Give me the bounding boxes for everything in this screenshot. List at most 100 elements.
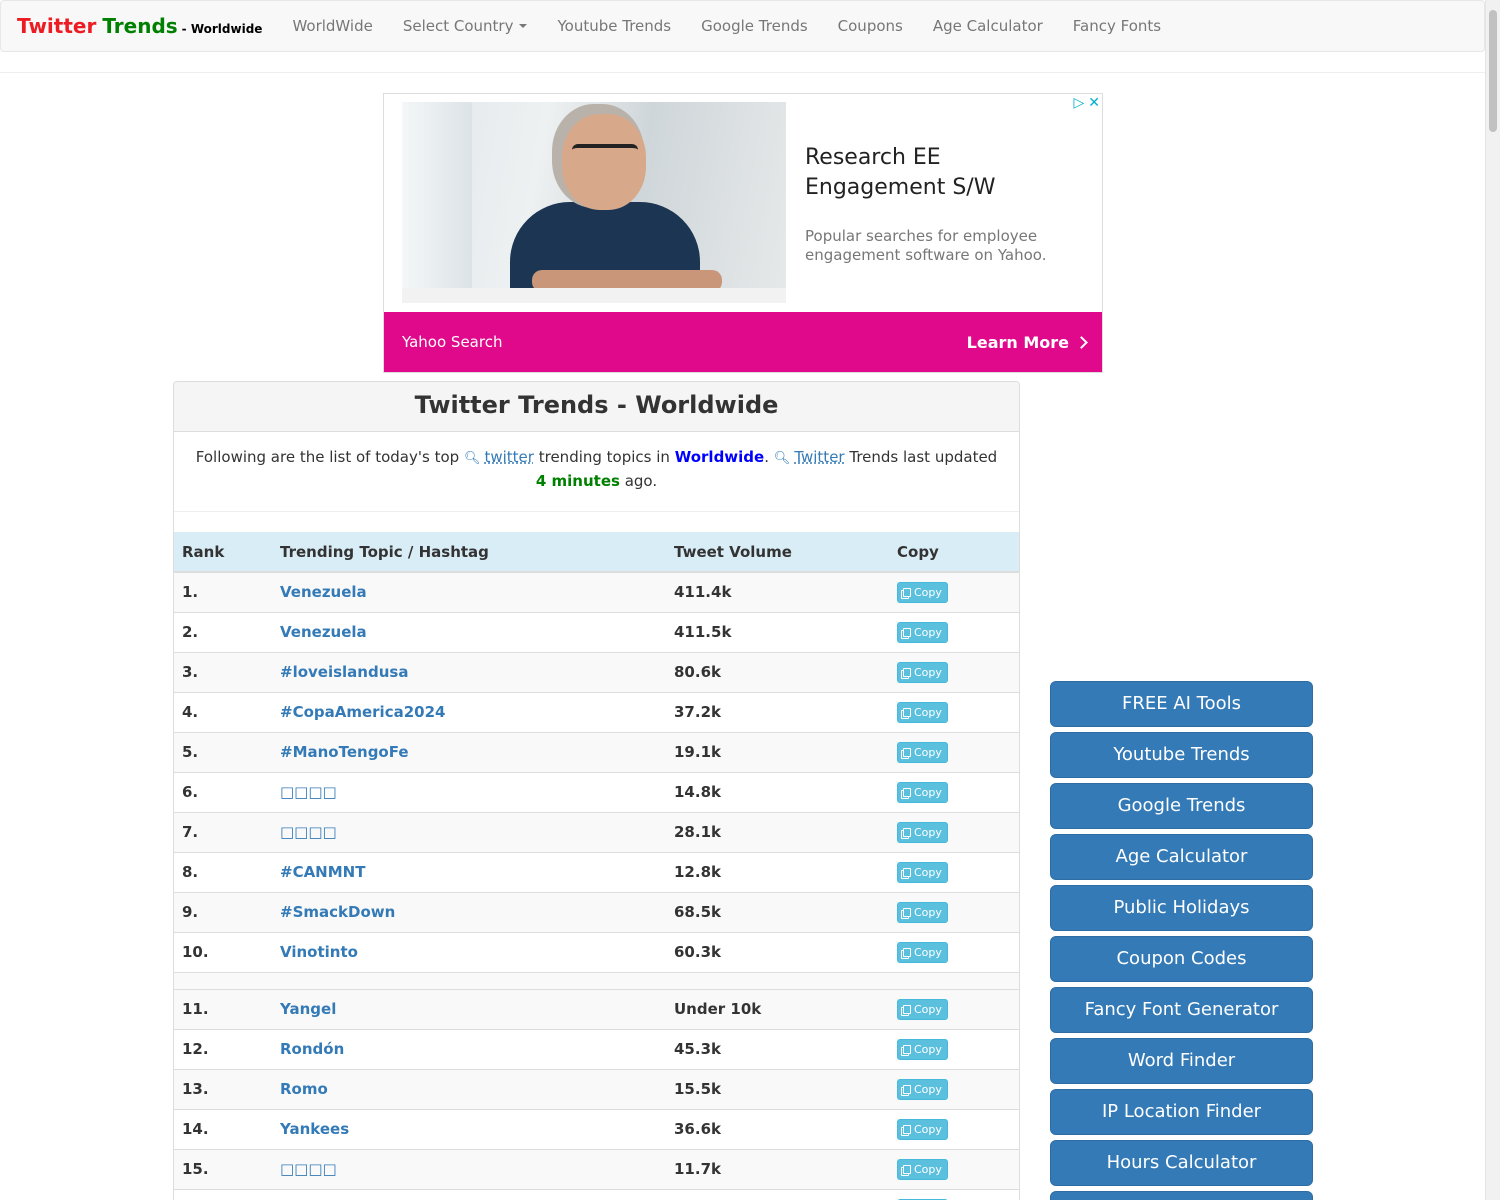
- topic-link[interactable]: #ManoTengoFe: [280, 743, 409, 761]
- learn-more-label: Learn More: [966, 332, 1069, 352]
- rank-cell: 9.: [174, 891, 272, 932]
- sidebar-button[interactable]: Google Trends: [1050, 783, 1313, 829]
- copy-label: Copy: [914, 1042, 942, 1056]
- nav-coupons[interactable]: Coupons: [823, 1, 918, 51]
- ad-choices[interactable]: ▷ ✕: [1073, 96, 1100, 110]
- volume-cell: 11.7k: [666, 1148, 889, 1189]
- copy-cell: Copy: [889, 851, 1019, 892]
- twitter-link-2[interactable]: Twitter: [794, 448, 844, 466]
- copy-button[interactable]: Copy: [897, 861, 948, 883]
- copy-label: Copy: [914, 1082, 942, 1096]
- copy-label: Copy: [914, 585, 942, 599]
- page-scrollbar[interactable]: [1485, 0, 1500, 1200]
- topic-cell: □□□□: [272, 811, 666, 852]
- copy-button[interactable]: Copy: [897, 701, 948, 723]
- topic-link[interactable]: Vinotinto: [280, 943, 358, 961]
- rank-cell: 8.: [174, 851, 272, 892]
- intro-part: Trends last updated: [849, 448, 998, 466]
- topic-link[interactable]: #CopaAmerica2024: [280, 703, 445, 721]
- table-row: 7. □□□□ 28.1k Copy: [174, 811, 1019, 852]
- topic-link[interactable]: □□□□: [280, 823, 337, 841]
- sidebar-button[interactable]: Fancy Font Generator: [1050, 987, 1313, 1033]
- nav-worldwide[interactable]: WorldWide: [277, 1, 387, 51]
- sidebar-button[interactable]: IP Location Finder: [1050, 1089, 1313, 1135]
- ad-description: Popular searches for employee engagement…: [805, 227, 1047, 264]
- table-row: 6. □□□□ 14.8k Copy: [174, 771, 1019, 812]
- col-topic: Trending Topic / Hashtag: [272, 532, 666, 573]
- volume-cell: 411.5k: [666, 611, 889, 652]
- volume-cell: 45.3k: [666, 1028, 889, 1069]
- copy-button[interactable]: Copy: [897, 621, 948, 643]
- copy-icon: [903, 787, 911, 797]
- rank-cell: 7.: [174, 811, 272, 852]
- twitter-link[interactable]: twitter: [484, 448, 533, 466]
- topic-link[interactable]: Yangel: [280, 1000, 336, 1018]
- nav-fancy-fonts[interactable]: Fancy Fonts: [1058, 1, 1176, 51]
- intro-part: ago.: [624, 472, 658, 490]
- nav-youtube-trends[interactable]: Youtube Trends: [542, 1, 686, 51]
- volume-cell: 80.6k: [666, 651, 889, 692]
- copy-button[interactable]: Copy: [897, 901, 948, 923]
- sidebar-button[interactable]: Youtube Trends: [1050, 732, 1313, 778]
- rank-cell: 3.: [174, 651, 272, 692]
- copy-button[interactable]: Copy: [897, 821, 948, 843]
- sidebar-button[interactable]: Age Calculator: [1050, 834, 1313, 880]
- adchoices-icon[interactable]: ▷: [1073, 96, 1084, 110]
- copy-button[interactable]: Copy: [897, 1118, 948, 1140]
- topic-link[interactable]: Venezuela: [280, 583, 367, 601]
- learn-more-button[interactable]: Learn More: [966, 332, 1088, 352]
- sidebar-button[interactable]: Public Holidays: [1050, 885, 1313, 931]
- sidebar-button[interactable]: Coupon Codes: [1050, 936, 1313, 982]
- topic-link[interactable]: #SmackDown: [280, 903, 395, 921]
- brand-twitter: Twitter: [17, 14, 97, 38]
- brand-logo[interactable]: Twitter Trends - Worldwide: [17, 14, 262, 38]
- copy-button[interactable]: Copy: [897, 1038, 948, 1060]
- copy-cell: Copy: [889, 651, 1019, 692]
- rank-cell: 5.: [174, 731, 272, 772]
- sidebar-button[interactable]: Word Finder: [1050, 1038, 1313, 1084]
- topic-link[interactable]: Rondón: [280, 1040, 344, 1058]
- sidebar-button[interactable]: FREE AI Tools: [1050, 681, 1313, 727]
- ad-image[interactable]: [402, 102, 786, 303]
- ad-footer[interactable]: Yahoo Search Learn More: [384, 312, 1102, 372]
- ad-banner[interactable]: Research EE Engagement S/W Popular searc…: [383, 93, 1103, 373]
- topic-link[interactable]: #CANMNT: [280, 863, 365, 881]
- scroll-thumb[interactable]: [1489, 10, 1497, 132]
- topic-cell: #SmackDown: [272, 891, 666, 932]
- ad-title[interactable]: Research EE Engagement S/W: [805, 143, 1085, 203]
- volume-cell: 14.8k: [666, 771, 889, 812]
- sidebar-button[interactable]: [1050, 1191, 1313, 1200]
- copy-icon: [903, 587, 911, 597]
- page-title: Twitter Trends - Worldwide: [174, 382, 1019, 432]
- copy-button[interactable]: Copy: [897, 998, 948, 1020]
- copy-button[interactable]: Copy: [897, 1078, 948, 1100]
- table-row: 16. Copy: [174, 1188, 1019, 1200]
- copy-button[interactable]: Copy: [897, 781, 948, 803]
- topic-link[interactable]: □□□□: [280, 1160, 337, 1178]
- rank-cell: 10.: [174, 931, 272, 972]
- sidebar-button[interactable]: Hours Calculator: [1050, 1140, 1313, 1186]
- topic-link[interactable]: Yankees: [280, 1120, 349, 1138]
- topic-link[interactable]: □□□□: [280, 783, 337, 801]
- copy-label: Copy: [914, 905, 942, 919]
- copy-button[interactable]: Copy: [897, 741, 948, 763]
- volume-cell: 36.6k: [666, 1108, 889, 1149]
- nav-google-trends[interactable]: Google Trends: [686, 1, 823, 51]
- copy-button[interactable]: Copy: [897, 581, 948, 603]
- topic-link[interactable]: #loveislandusa: [280, 663, 408, 681]
- volume-cell: 15.5k: [666, 1068, 889, 1109]
- nav-select-country[interactable]: Select Country: [388, 1, 543, 51]
- copy-button[interactable]: Copy: [897, 941, 948, 963]
- copy-button[interactable]: Copy: [897, 661, 948, 683]
- ad-source: Yahoo Search: [402, 333, 503, 351]
- topic-link[interactable]: Romo: [280, 1080, 328, 1098]
- volume-cell: 37.2k: [666, 691, 889, 732]
- copy-label: Copy: [914, 1002, 942, 1016]
- nav-select-country-label: Select Country: [402, 17, 514, 35]
- nav-age-calculator[interactable]: Age Calculator: [918, 1, 1058, 51]
- topic-link[interactable]: Venezuela: [280, 623, 367, 641]
- search-icon: 🔍︎: [463, 451, 481, 466]
- table-row: 11. Yangel Under 10k Copy: [174, 988, 1019, 1029]
- copy-button[interactable]: Copy: [897, 1158, 948, 1180]
- close-icon[interactable]: ✕: [1088, 96, 1100, 110]
